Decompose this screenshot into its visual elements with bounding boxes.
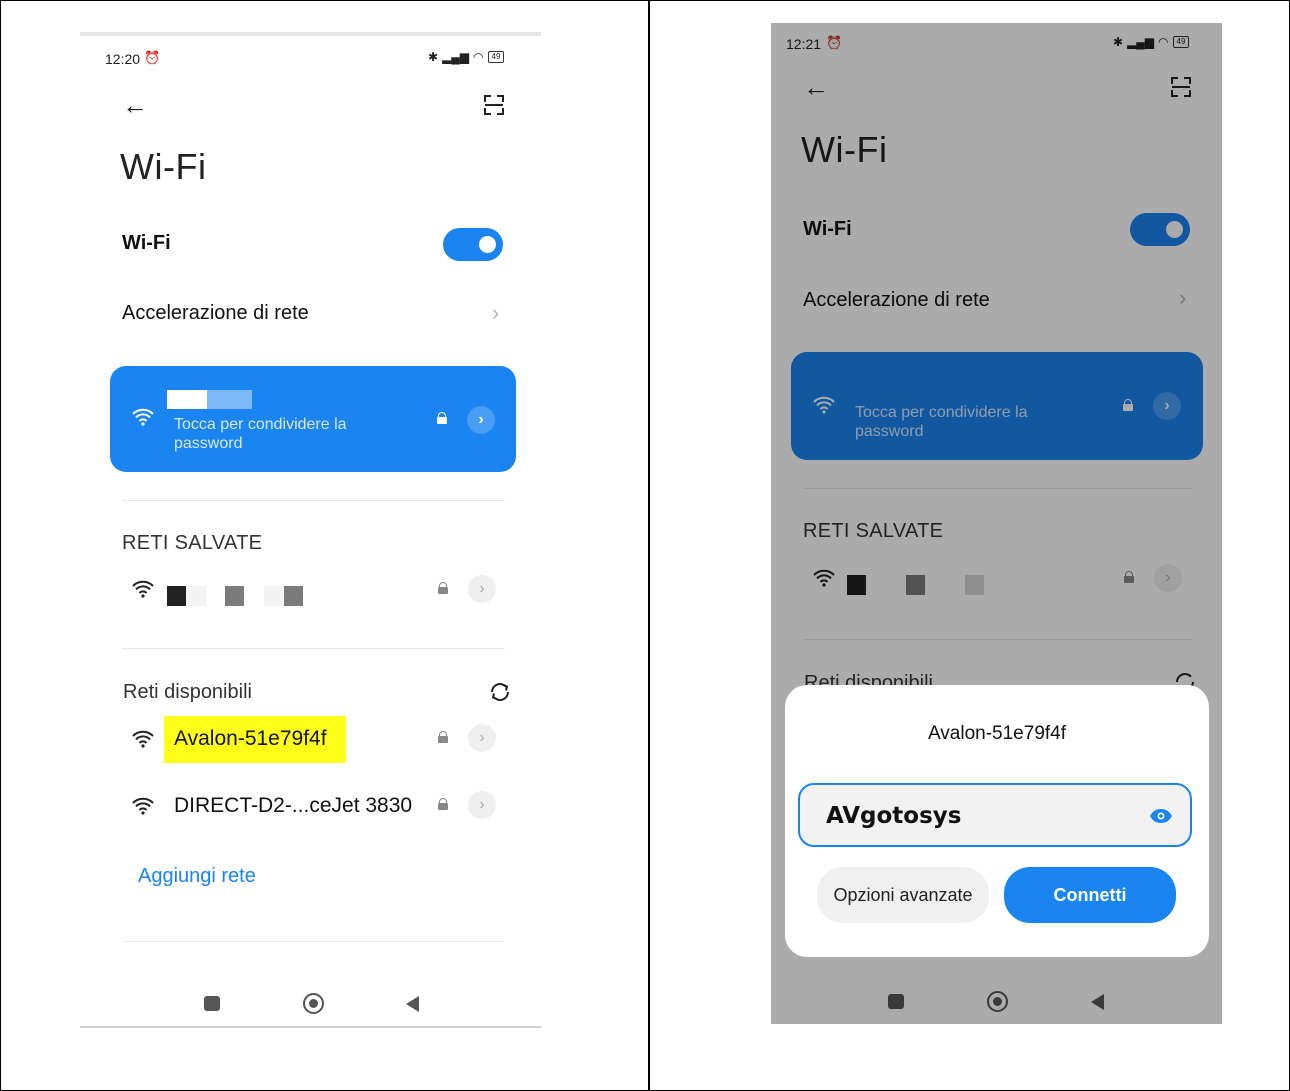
wifi-icon [132,797,154,815]
redacted-network-name-block [207,390,252,409]
alarm-icon: ⏰ [826,35,843,50]
signal-icon: ▂▄▆ [1127,35,1155,49]
saved-network-row[interactable]: › [122,574,505,608]
redacted-block [284,586,303,606]
wifi-status-icon: ◠ [1158,35,1169,49]
redacted-block [847,575,866,595]
lock-icon [437,412,447,424]
panel-divider [648,0,650,1091]
redacted-block [167,586,186,606]
redacted-network-name [167,390,207,409]
status-time: 12:21 [786,36,822,52]
dialog-network-name: Avalon-51e79f4f [927,723,1067,744]
share-password-line2: password [174,435,243,452]
connect-button[interactable]: Connetti [1004,867,1176,923]
saved-network-details-button[interactable]: › [468,575,496,603]
page-title: Wi-Fi [120,146,207,187]
redacted-block [965,575,984,595]
recent-apps-button[interactable] [204,996,220,1011]
page-title: Wi-Fi [801,129,888,170]
wifi-toggle-label: Wi-Fi [122,232,171,254]
divider [122,500,505,501]
available-network-row-2[interactable]: DIRECT-D2-...ceJet 3830 › [122,786,505,826]
divider [122,941,505,942]
wifi-icon [813,569,835,587]
home-button[interactable] [303,993,324,1014]
battery-icon: 49 [487,51,505,63]
network-acceleration-label[interactable]: Accelerazione di rete [122,302,309,325]
divider [803,639,1191,640]
saved-networks-header: RETI SALVATE [803,520,944,542]
saved-network-details-button[interactable]: › [1154,564,1182,592]
wifi-icon [132,580,154,598]
wifi-icon [132,408,154,426]
alarm-icon: ⏰ [144,50,161,65]
network-acceleration-label[interactable]: Accelerazione di rete [803,289,990,312]
available-network-row-1[interactable]: Avalon-51e79f4f › [122,716,505,764]
battery-icon: 49 [1172,36,1190,48]
available-networks-header: Reti disponibili [123,681,252,703]
status-icons: ✱ ▂▄▆ ◠ 49 [428,50,505,64]
advanced-options-button[interactable]: Opzioni avanzate [817,867,989,923]
status-icons: ✱ ▂▄▆ ◠ 49 [1113,35,1190,49]
password-field[interactable]: AVgotosys [798,783,1192,847]
show-password-eye-icon[interactable] [1149,808,1173,824]
chevron-right-icon: › [492,300,500,325]
wifi-toggle-label: Wi-Fi [803,218,852,240]
connected-network-card[interactable]: Tocca per condividere la password › [110,366,516,472]
connected-network-card[interactable]: Tocca per condividere la password › [791,352,1203,460]
qr-scan-icon[interactable] [483,94,505,116]
redacted-block [225,586,244,606]
qr-scan-icon[interactable] [1170,76,1192,98]
network-details-button[interactable]: › [467,406,495,434]
share-password-hint: Tocca per condividere la password [855,403,1028,441]
lock-icon [438,731,448,743]
saved-networks-header: RETI SALVATE [122,532,263,554]
lock-icon [438,582,448,594]
wifi-toggle[interactable] [443,228,503,261]
home-button[interactable] [987,991,1008,1012]
share-password-line1: Tocca per condividere la [855,404,1028,421]
status-time: 12:20 [105,51,141,67]
redacted-block [264,586,284,606]
network-details-button[interactable]: › [1153,392,1181,420]
divider [803,488,1191,489]
password-value: AVgotosys [826,803,962,829]
right-screenshot: 12:21 ⏰ ✱ ▂▄▆ ◠ 49 ← Wi-Fi Wi-Fi Acceler… [771,23,1222,1024]
lock-icon [438,798,448,810]
share-password-line1: Tocca per condividere la [174,416,347,433]
network-details-button[interactable]: › [468,791,496,819]
back-arrow-icon[interactable]: ← [803,74,829,100]
left-screenshot: 12:20 ⏰ ✱ ▂▄▆ ◠ 49 ← Wi-Fi Wi-Fi Acceler… [80,32,541,1028]
redacted-block [186,586,206,606]
lock-icon [1123,399,1133,411]
wifi-icon [813,396,835,414]
network-name: DIRECT-D2-...ceJet 3830 [174,794,413,817]
saved-network-row[interactable]: › [803,563,1191,597]
wifi-icon [132,730,154,748]
redacted-block [906,575,925,595]
toggle-knob [1166,221,1183,238]
network-details-button[interactable]: › [468,724,496,752]
lock-icon [1124,571,1134,583]
bluetooth-icon: ✱ [1113,35,1124,49]
signal-icon: ▂▄▆ [442,50,470,64]
chevron-right-icon: › [1179,285,1187,310]
back-arrow-icon[interactable]: ← [122,92,148,118]
toggle-knob [479,236,496,253]
share-password-hint: Tocca per condividere la password [174,415,347,453]
share-password-line2: password [855,423,924,440]
back-button[interactable] [1091,994,1104,1010]
wifi-status-icon: ◠ [473,50,484,64]
wifi-toggle[interactable] [1130,213,1190,246]
network-name: Avalon-51e79f4f [174,727,327,750]
divider [122,648,505,649]
bluetooth-icon: ✱ [428,50,439,64]
refresh-icon[interactable] [489,681,511,703]
connect-dialog: Avalon-51e79f4f AVgotosys Opzioni avanza… [785,685,1209,957]
back-button[interactable] [406,996,419,1012]
recent-apps-button[interactable] [888,994,904,1009]
add-network-link[interactable]: Aggiungi rete [138,865,256,888]
